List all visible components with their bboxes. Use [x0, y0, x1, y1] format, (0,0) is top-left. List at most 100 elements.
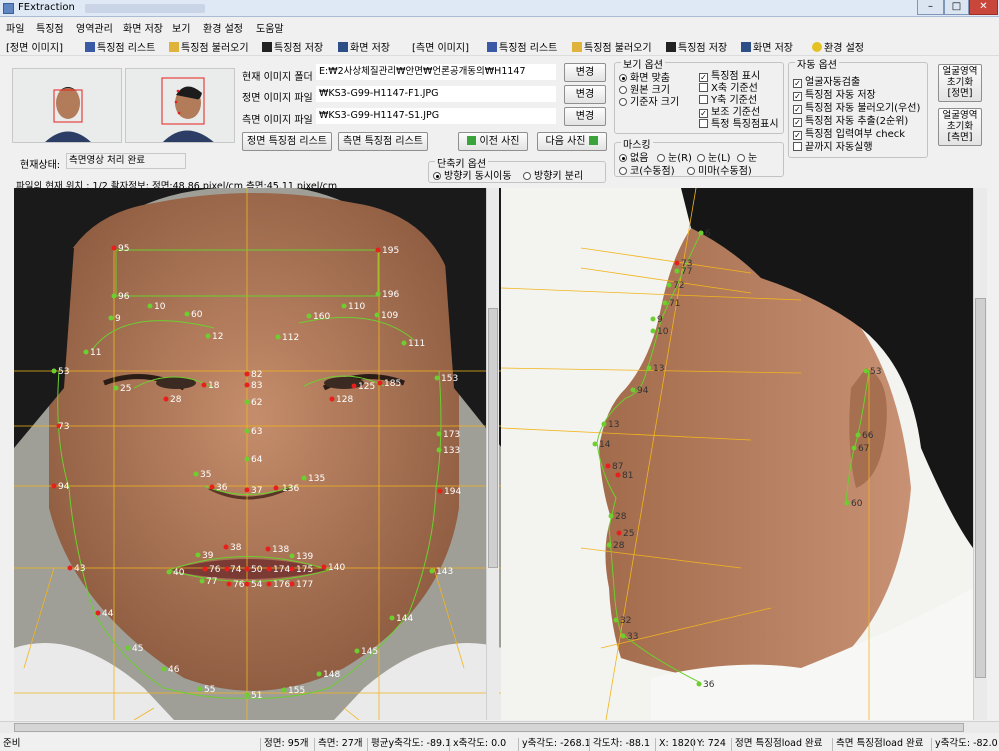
auto-options-group: 자동 옵션 ✓ 얼굴자동검출 ✓ 특징점 자동 저장 ✓ 특징점 자동 불러오기(우선…: [788, 56, 928, 158]
svg-text:10: 10: [154, 302, 166, 312]
svg-text:144: 144: [396, 614, 413, 624]
menu-help[interactable]: 도움말: [256, 20, 284, 35]
front-list-button[interactable]: 정면 특징점 리스트: [242, 132, 332, 151]
status-side-load: 측면 특징점load 완료: [832, 738, 924, 751]
menu-settings[interactable]: 환경 설정: [203, 20, 243, 35]
maximize-button[interactable]: □: [944, 0, 969, 15]
view-options-group: 보기 옵션 화면 맞춤 원본 크기 기준자 크기 ✓ 특징점 표시 X축 기준선 …: [614, 56, 784, 134]
front-screen-tool[interactable]: 화면 저장: [338, 39, 390, 54]
front-image-panel[interactable]: 95 195 96 196 10 110 9 109 60 160 12 112…: [14, 188, 502, 720]
front-vertical-scrollbar[interactable]: [486, 188, 499, 720]
svg-text:135: 135: [308, 474, 325, 484]
face-init-side-button[interactable]: 얼굴영역 초기화 [측면]: [938, 108, 982, 146]
change-folder-button[interactable]: 변경: [564, 63, 606, 82]
status-x: X: 1820: [655, 738, 696, 751]
folder-open-icon: [572, 42, 582, 52]
title-blurred-path: [85, 4, 205, 13]
front-list-tool[interactable]: 특징점 리스트: [85, 39, 155, 54]
front-scroll-thumb[interactable]: [488, 308, 498, 568]
app-icon: [3, 3, 14, 14]
svg-text:43: 43: [74, 564, 85, 574]
front-load-tool[interactable]: 특징점 불러오기: [169, 39, 249, 54]
side-image-panel[interactable]: 6 73 77 72 71 9 10 13 94 13 14 87 81 28 …: [501, 188, 973, 720]
svg-text:76: 76: [233, 580, 245, 590]
front-file-field[interactable]: ₩KS3-G99-H1147-F1.JPG: [316, 86, 556, 102]
menu-view[interactable]: 보기: [172, 20, 190, 35]
shortcut-move-separate[interactable]: 방향키 분리: [523, 167, 583, 182]
side-scroll-thumb[interactable]: [975, 298, 986, 678]
folder-field[interactable]: E:₩2사상체질관리₩안면₩언론공개동의₩H1147: [316, 64, 556, 80]
view-base-radio[interactable]: 기준자 크기: [619, 93, 679, 108]
svg-text:50: 50: [251, 565, 263, 575]
status-front-load: 정면 특징점load 완료: [731, 738, 823, 751]
status-front-count: 정면: 95개: [260, 738, 309, 751]
special-points-check[interactable]: 특정 특징점표시: [699, 115, 779, 130]
status-value: 측면영상 처리 완료: [66, 153, 186, 169]
next-photo-button[interactable]: 다음 사진: [537, 132, 607, 151]
side-save-tool[interactable]: 특징점 저장: [666, 39, 727, 54]
front-face-canvas[interactable]: 95 195 96 196 10 110 9 109 60 160 12 112…: [14, 188, 502, 720]
menu-file[interactable]: 파일: [6, 20, 24, 35]
close-button[interactable]: ✕: [969, 0, 998, 15]
side-file-field[interactable]: ₩KS3-G99-H1147-S1.JPG: [316, 108, 556, 124]
menu-feature-points[interactable]: 특징점: [36, 20, 64, 35]
front-screen-tool-label: 화면 저장: [350, 43, 390, 54]
menu-area-management[interactable]: 영역관리: [76, 20, 113, 35]
svg-text:195: 195: [382, 246, 399, 256]
folder-open-icon: [169, 42, 179, 52]
svg-text:173: 173: [443, 430, 460, 440]
svg-text:36: 36: [703, 680, 715, 690]
svg-text:28: 28: [170, 395, 182, 405]
list-icon: [85, 42, 95, 52]
side-screen-tool-label: 화면 저장: [753, 43, 793, 54]
prev-photo-button[interactable]: 이전 사진: [458, 132, 528, 151]
settings-tool[interactable]: 환경 설정: [812, 39, 864, 54]
front-save-tool-label: 특징점 저장: [274, 43, 324, 54]
shortcut-move-together[interactable]: 방향키 동시이동: [433, 167, 512, 182]
svg-text:10: 10: [657, 327, 669, 337]
svg-text:112: 112: [282, 333, 299, 343]
svg-text:77: 77: [681, 267, 692, 277]
run-to-end-check[interactable]: 끝까지 자동실행: [793, 138, 873, 153]
front-list-tool-label: 특징점 리스트: [97, 43, 156, 54]
masking-group: 마스킹 없음 눈(R) 눈(L) 눈 코(수동점) 미마(수동점): [614, 136, 784, 177]
side-load-tool[interactable]: 특징점 불러오기: [572, 39, 652, 54]
svg-text:18: 18: [208, 381, 220, 391]
svg-text:128: 128: [336, 395, 353, 405]
side-screen-tool[interactable]: 화면 저장: [741, 39, 793, 54]
menu-screen-save[interactable]: 화면 저장: [123, 20, 163, 35]
change-side-button[interactable]: 변경: [564, 107, 606, 126]
status-side-count: 측면: 27개: [314, 738, 363, 751]
svg-text:73: 73: [58, 422, 69, 432]
run-to-end-label: 끝까지 자동실행: [805, 142, 873, 153]
face-init-front-button[interactable]: 얼굴영역 초기화 [정면]: [938, 64, 982, 102]
mask-brow-radio[interactable]: 미마(수동점): [687, 162, 752, 177]
horizontal-scroll-thumb[interactable]: [14, 723, 964, 732]
svg-text:110: 110: [348, 302, 365, 312]
front-thumbnail[interactable]: [12, 68, 122, 143]
horizontal-scrollbar[interactable]: [0, 721, 999, 733]
side-thumbnail[interactable]: [125, 68, 235, 143]
svg-text:74: 74: [230, 565, 242, 575]
list-icon: [487, 42, 497, 52]
svg-text:13: 13: [653, 364, 664, 374]
svg-text:35: 35: [200, 470, 211, 480]
svg-text:125: 125: [358, 382, 375, 392]
svg-text:60: 60: [851, 499, 863, 509]
side-face-canvas[interactable]: 6 73 77 72 71 9 10 13 94 13 14 87 81 28 …: [501, 188, 973, 720]
front-save-tool[interactable]: 특징점 저장: [262, 39, 323, 54]
floppy-icon: [666, 42, 676, 52]
svg-text:46: 46: [168, 665, 180, 675]
svg-text:11: 11: [90, 348, 101, 358]
view-base-label: 기준자 크기: [630, 97, 680, 108]
mask-nose-radio[interactable]: 코(수동점): [619, 162, 675, 177]
arrow-left-icon: [466, 136, 476, 145]
side-list-button[interactable]: 측면 특징점 리스트: [338, 132, 428, 151]
change-front-button[interactable]: 변경: [564, 85, 606, 104]
side-list-tool[interactable]: 특징점 리스트: [487, 39, 557, 54]
window-title: FExtraction: [18, 2, 75, 13]
svg-text:175: 175: [296, 565, 313, 575]
minimize-button[interactable]: –: [917, 0, 944, 15]
svg-text:109: 109: [381, 311, 398, 321]
side-vertical-scrollbar[interactable]: [973, 188, 987, 720]
